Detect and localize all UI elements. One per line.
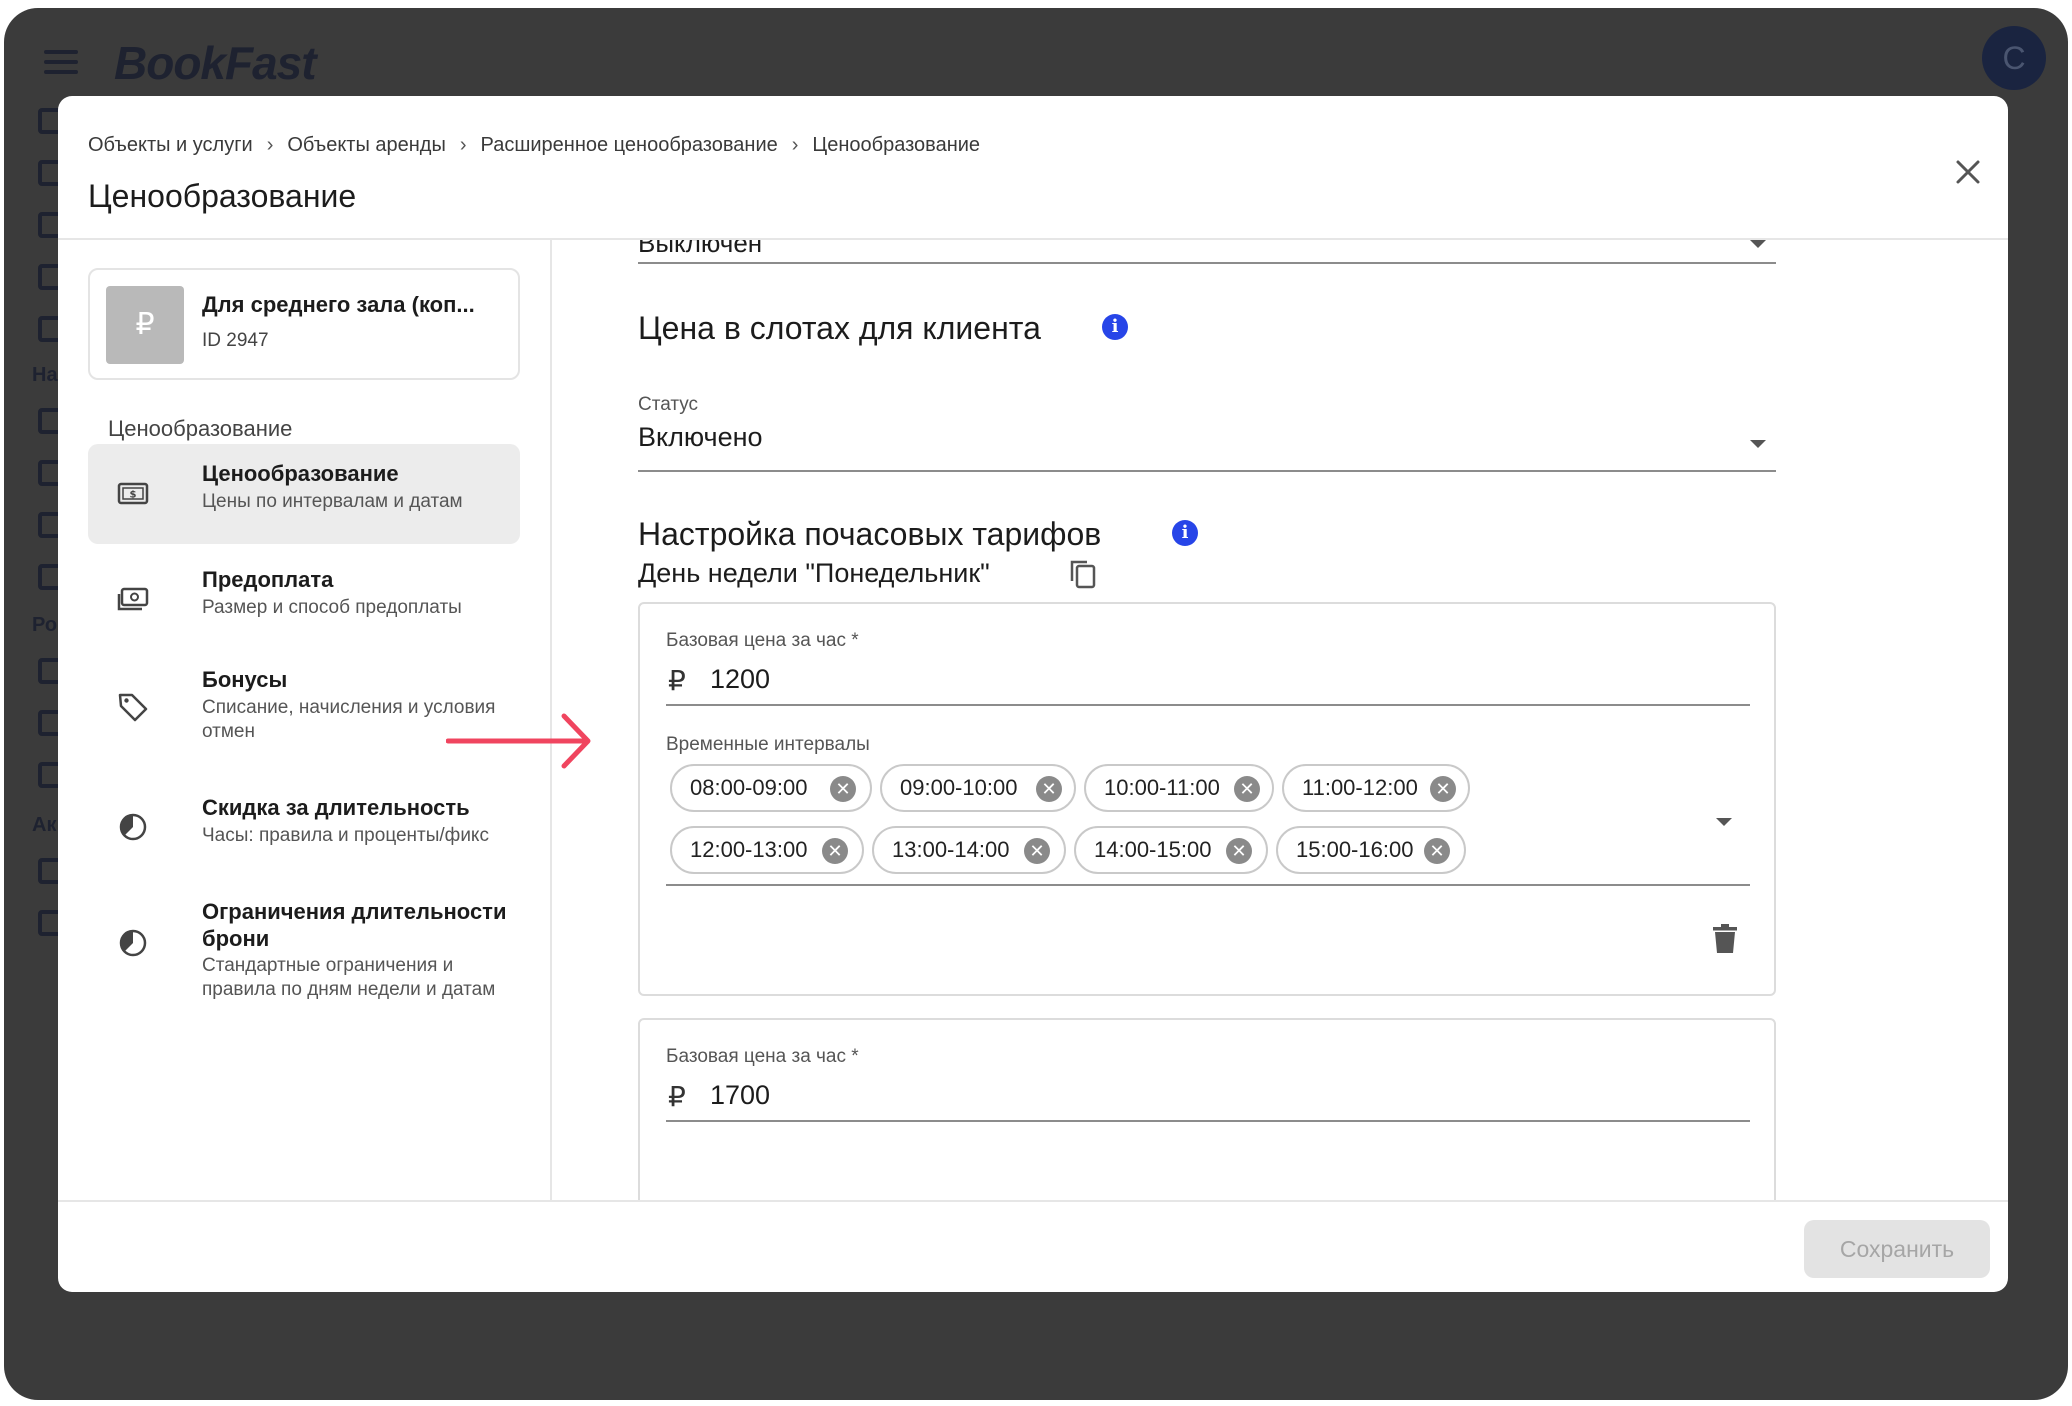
sidebar-section-label: Ро bbox=[32, 614, 58, 636]
select-underline bbox=[638, 262, 1776, 264]
sidebar-section-label: На bbox=[32, 364, 58, 386]
page-title: Ценообразование bbox=[88, 178, 357, 214]
status-label: Статус bbox=[638, 394, 699, 415]
nav-item-title: Ценообразование bbox=[202, 461, 399, 486]
nav-item-booking-limits[interactable]: Ограничения длительности брони Стандартн… bbox=[88, 886, 520, 1016]
chip-remove-icon[interactable]: ✕ bbox=[1424, 838, 1450, 864]
tariff-card: Базовая цена за час * ₽ 1700 bbox=[638, 1018, 1776, 1200]
select-underline bbox=[638, 470, 1776, 472]
interval-chip[interactable]: 08:00-09:00 ✕ bbox=[670, 764, 872, 812]
interval-chip[interactable]: 10:00-11:00 ✕ bbox=[1084, 764, 1274, 812]
object-id: ID 2947 bbox=[202, 330, 269, 351]
intervals-label: Временные интервалы bbox=[666, 734, 870, 755]
tariff-card: Базовая цена за час * ₽ 1200 Временные и… bbox=[638, 602, 1776, 996]
nav-item-title: Бонусы bbox=[202, 667, 288, 692]
object-title: Для среднего зала (коп... bbox=[202, 292, 475, 317]
price-label: Базовая цена за час * bbox=[666, 630, 859, 651]
nav-item-title: Скидка за длительность bbox=[202, 795, 470, 820]
breadcrumb-item: Ценообразование bbox=[812, 134, 981, 156]
price-input[interactable]: 1700 bbox=[710, 1080, 770, 1111]
nav-item-desc: Размер и способ предоплаты bbox=[202, 597, 462, 618]
save-button[interactable]: Сохранить bbox=[1804, 1220, 1990, 1278]
nav-heading: Ценообразование bbox=[108, 416, 293, 441]
app-logo: BookFast bbox=[114, 37, 317, 89]
nav-item-desc: Часы: правила и проценты/фикс bbox=[202, 825, 489, 846]
interval-chip[interactable]: 11:00-12:00 ✕ bbox=[1282, 764, 1470, 812]
object-thumbnail: ₽ bbox=[106, 286, 184, 364]
copy-icon[interactable] bbox=[1068, 558, 1098, 590]
delete-icon[interactable] bbox=[1712, 924, 1738, 954]
chip-remove-icon[interactable]: ✕ bbox=[1036, 776, 1062, 802]
interval-chip[interactable]: 09:00-10:00 ✕ bbox=[880, 764, 1076, 812]
chevron-right-icon: › bbox=[791, 134, 799, 156]
chevron-right-icon: › bbox=[459, 134, 467, 156]
tag-icon bbox=[118, 693, 148, 722]
chip-remove-icon[interactable]: ✕ bbox=[1430, 776, 1456, 802]
nav-item-duration-discount[interactable]: Скидка за длительность Часы: правила и п… bbox=[88, 780, 520, 876]
interval-chip[interactable]: 15:00-16:00 ✕ bbox=[1276, 826, 1466, 874]
sidebar-section-label: Ак bbox=[32, 814, 57, 836]
cash-icon bbox=[117, 587, 149, 611]
nav-item-title: Предоплата bbox=[202, 567, 334, 592]
price-label: Базовая цена за час * bbox=[666, 1046, 859, 1067]
timer-icon bbox=[119, 813, 147, 841]
nav-item-prepayment[interactable]: Предоплата Размер и способ предоплаты bbox=[88, 550, 520, 646]
interval-chip[interactable]: 13:00-14:00 ✕ bbox=[872, 826, 1066, 874]
ruble-icon: ₽ bbox=[668, 665, 686, 696]
breadcrumb-item[interactable]: Объекты и услуги bbox=[88, 134, 253, 157]
annotation-arrow-icon bbox=[446, 713, 591, 769]
price-input[interactable]: 1200 bbox=[710, 664, 770, 695]
info-icon[interactable]: i bbox=[1102, 314, 1128, 340]
chip-remove-icon[interactable]: ✕ bbox=[1024, 838, 1050, 864]
nav-item-pricing[interactable]: $ Ценообразование Цены по интервалам и д… bbox=[88, 444, 520, 544]
interval-chip[interactable]: 12:00-13:00 ✕ bbox=[670, 826, 864, 874]
breadcrumb: Объекты и услуги › Объекты аренды › Расш… bbox=[88, 134, 980, 157]
chip-remove-icon[interactable]: ✕ bbox=[1234, 776, 1260, 802]
status-select[interactable]: Включено bbox=[638, 422, 763, 453]
info-icon[interactable]: i bbox=[1172, 520, 1198, 546]
chevron-right-icon: › bbox=[266, 134, 274, 156]
input-underline bbox=[666, 1120, 1750, 1122]
chip-remove-icon[interactable]: ✕ bbox=[1226, 838, 1252, 864]
avatar[interactable]: C bbox=[1982, 26, 2046, 90]
weekday-title: День недели "Понедельник" bbox=[638, 558, 990, 588]
chevron-down-icon[interactable] bbox=[1750, 440, 1766, 448]
timer-icon bbox=[119, 929, 147, 957]
money-icon: $ bbox=[117, 482, 149, 505]
divider bbox=[58, 1200, 2008, 1202]
interval-chip[interactable]: 14:00-15:00 ✕ bbox=[1074, 826, 1268, 874]
breadcrumb-item[interactable]: Расширенное ценообразование bbox=[481, 134, 778, 157]
svg-text:$: $ bbox=[130, 490, 137, 501]
pricing-modal: Объекты и услуги › Объекты аренды › Расш… bbox=[58, 96, 2008, 1292]
cutoff-select-value[interactable]: Выключен bbox=[638, 240, 762, 259]
nav-item-desc: Стандартные ограничения и правила по дня… bbox=[202, 955, 496, 1000]
chevron-down-icon[interactable] bbox=[1750, 240, 1766, 248]
nav-item-title: Ограничения длительности брони bbox=[202, 899, 507, 951]
select-underline bbox=[666, 884, 1750, 886]
chip-remove-icon[interactable]: ✕ bbox=[830, 776, 856, 802]
section-title-hourly: Настройка почасовых тарифов bbox=[638, 516, 1102, 552]
menu-icon[interactable] bbox=[44, 50, 78, 74]
nav-item-desc: Цены по интервалам и датам bbox=[202, 491, 463, 512]
input-underline bbox=[666, 704, 1750, 706]
chip-remove-icon[interactable]: ✕ bbox=[822, 838, 848, 864]
chevron-down-icon[interactable] bbox=[1716, 818, 1732, 826]
close-icon[interactable] bbox=[1950, 154, 1986, 190]
object-card[interactable]: ₽ Для среднего зала (коп... ID 2947 bbox=[88, 268, 520, 380]
ruble-icon: ₽ bbox=[668, 1081, 686, 1112]
section-title-slot-price: Цена в слотах для клиента bbox=[638, 310, 1041, 346]
pricing-form: Выключен Цена в слотах для клиента i Ста… bbox=[552, 240, 2008, 1200]
breadcrumb-item[interactable]: Объекты аренды bbox=[287, 134, 446, 157]
